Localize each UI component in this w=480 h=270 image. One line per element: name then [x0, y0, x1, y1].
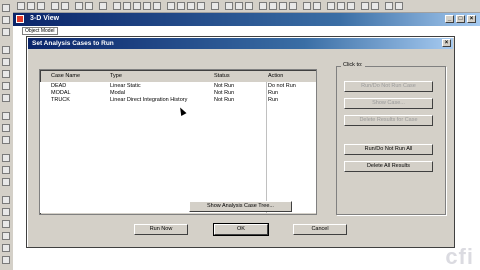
- zoom-out-icon[interactable]: [143, 2, 151, 10]
- down-one-gridline-icon[interactable]: [245, 2, 253, 10]
- case-type-cell: Linear Static: [110, 83, 141, 89]
- column-header-case-name[interactable]: Case Name: [51, 73, 80, 79]
- section-cut-icon[interactable]: [313, 2, 321, 10]
- tables-icon[interactable]: [371, 2, 379, 10]
- zoom-extents-icon[interactable]: [123, 2, 131, 10]
- table-row[interactable]: DEAD Linear Static Not Run Do not Run: [51, 83, 313, 89]
- pan-icon[interactable]: [153, 2, 161, 10]
- draw-area-icon[interactable]: [2, 94, 10, 102]
- new-model-icon[interactable]: [17, 2, 25, 10]
- get-previous-icon[interactable]: [2, 166, 10, 174]
- lock-icon[interactable]: [85, 2, 93, 10]
- maximize-icon[interactable]: □: [456, 15, 465, 23]
- run-do-not-run-case-button[interactable]: Run/Do Not Run Case: [344, 81, 433, 92]
- case-action-cell: Run: [268, 97, 279, 103]
- undo-icon[interactable]: [51, 2, 59, 10]
- snap-points-icon[interactable]: [2, 196, 10, 204]
- select-all-icon[interactable]: [2, 154, 10, 162]
- check-icon[interactable]: [395, 2, 403, 10]
- perspective-icon[interactable]: [225, 2, 233, 10]
- loads-icon[interactable]: [337, 2, 345, 10]
- view-xz-icon[interactable]: [187, 2, 195, 10]
- show-undeformed-icon[interactable]: [259, 2, 267, 10]
- frame-sections-icon[interactable]: [347, 2, 355, 10]
- show-deformed-icon[interactable]: [269, 2, 277, 10]
- draw-cable-icon[interactable]: [2, 70, 10, 78]
- draw-section-icon[interactable]: [2, 136, 10, 144]
- zoom-window-icon[interactable]: [113, 2, 121, 10]
- column-header-status[interactable]: Status: [214, 73, 230, 79]
- dialog-close-icon[interactable]: ×: [442, 39, 451, 47]
- snap-ends-icon[interactable]: [2, 208, 10, 216]
- quick-draw-icon[interactable]: [2, 124, 10, 132]
- case-action-cell: Do not Run: [268, 83, 296, 89]
- snap-intersect-icon[interactable]: [2, 220, 10, 228]
- column-header-action[interactable]: Action: [268, 73, 283, 79]
- run-do-not-run-all-button[interactable]: Run/Do Not Run All: [344, 144, 433, 155]
- view-title: 3-D View: [30, 15, 60, 22]
- case-name-cell: TRUCK: [51, 97, 70, 103]
- table-row[interactable]: TRUCK Linear Direct Integration History …: [51, 97, 313, 103]
- dialog-title-bar[interactable]: Set Analysis Cases to Run ×: [28, 38, 453, 49]
- case-name-cell: DEAD: [51, 83, 67, 89]
- pointer-tool-icon[interactable]: [2, 4, 10, 12]
- run-now-button[interactable]: Run Now: [134, 224, 188, 235]
- zoom-in-icon[interactable]: [133, 2, 141, 10]
- case-status-cell: Not Run: [214, 83, 235, 89]
- show-analysis-case-tree-button[interactable]: Show Analysis Case Tree...: [189, 201, 292, 212]
- show-forces-icon[interactable]: [279, 2, 287, 10]
- reshape-tool-icon[interactable]: [2, 28, 10, 36]
- select-tool-icon[interactable]: [2, 16, 10, 24]
- up-one-gridline-icon[interactable]: [235, 2, 243, 10]
- delete-all-results-button[interactable]: Delete All Results: [344, 161, 433, 172]
- clear-selection-icon[interactable]: [2, 178, 10, 186]
- show-case-button[interactable]: Show Case...: [344, 98, 433, 109]
- materials-icon[interactable]: [361, 2, 369, 10]
- delete-results-for-case-button[interactable]: Delete Results for Case: [344, 115, 433, 126]
- view-yz-icon[interactable]: [197, 2, 205, 10]
- run-analysis-icon[interactable]: [99, 2, 107, 10]
- close-view-icon[interactable]: ×: [467, 15, 476, 23]
- case-action-cell: Run: [268, 90, 279, 96]
- snap-perp-icon[interactable]: [2, 232, 10, 240]
- design-icon[interactable]: [385, 2, 393, 10]
- open-icon[interactable]: [27, 2, 35, 10]
- watermark-logo: cfi: [445, 244, 474, 269]
- click-to-label: Click to:: [341, 62, 365, 68]
- refresh-icon[interactable]: [75, 2, 83, 10]
- minimize-icon[interactable]: _: [445, 15, 454, 23]
- snap-grid-icon[interactable]: [2, 256, 10, 264]
- assign-icon[interactable]: [327, 2, 335, 10]
- view-window-icon: [16, 15, 24, 23]
- case-status-cell: Not Run: [214, 97, 235, 103]
- draw-link-icon[interactable]: [2, 82, 10, 90]
- view-xy-icon[interactable]: [177, 2, 185, 10]
- view-title-bar[interactable]: 3-D View _ □ ×: [13, 13, 480, 26]
- top-toolbar: [13, 0, 480, 13]
- draw-frame-icon[interactable]: [2, 58, 10, 66]
- save-icon[interactable]: [37, 2, 45, 10]
- object-model-tab[interactable]: Object Model: [22, 27, 58, 35]
- show-stresses-icon[interactable]: [289, 2, 297, 10]
- draw-point-icon[interactable]: [2, 46, 10, 54]
- display-options-icon[interactable]: [303, 2, 311, 10]
- case-type-cell: Linear Direct Integration History: [110, 97, 188, 103]
- redo-icon[interactable]: [61, 2, 69, 10]
- case-status-cell: Not Run: [214, 90, 235, 96]
- table-row[interactable]: MODAL Modal Not Run Run: [51, 90, 313, 96]
- cancel-button[interactable]: Cancel: [293, 224, 347, 235]
- left-toolbar: [0, 0, 14, 270]
- column-header-type[interactable]: Type: [110, 73, 122, 79]
- ok-button[interactable]: OK: [213, 223, 269, 236]
- case-type-cell: Modal: [110, 90, 125, 96]
- view-3d-icon[interactable]: [167, 2, 175, 10]
- snap-lines-icon[interactable]: [2, 244, 10, 252]
- case-name-cell: MODAL: [51, 90, 71, 96]
- rotate-icon[interactable]: [211, 2, 219, 10]
- draw-solid-icon[interactable]: [2, 112, 10, 120]
- dialog-title: Set Analysis Cases to Run: [32, 40, 114, 47]
- set-analysis-cases-dialog: Set Analysis Cases to Run × Case Name Ty…: [26, 36, 455, 248]
